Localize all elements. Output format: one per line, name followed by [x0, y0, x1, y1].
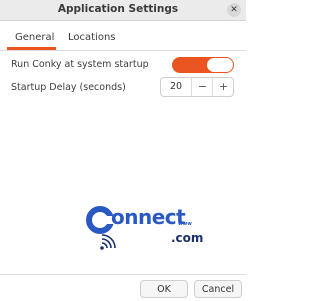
connect-watermark-logo: onnect www .com	[85, 205, 205, 253]
ok-button[interactable]: OK	[140, 280, 188, 298]
tab-bar: General Locations	[0, 28, 246, 51]
startup-delay-value[interactable]: 20	[161, 81, 191, 92]
signal-waves-icon	[100, 234, 116, 250]
toggle-knob	[207, 58, 233, 72]
cancel-button[interactable]: Cancel	[194, 280, 242, 298]
startup-toggle-switch[interactable]	[172, 57, 234, 73]
decrement-button[interactable]: −	[191, 78, 213, 96]
startup-toggle-label: Run Conky at system startup	[11, 59, 149, 70]
title-bar[interactable]: Application Settings ✕	[0, 0, 246, 21]
increment-button[interactable]: +	[212, 78, 234, 96]
logo-www: www	[178, 221, 192, 227]
startup-delay-stepper[interactable]: 20 − +	[160, 77, 234, 97]
tab-selected-indicator	[7, 47, 56, 50]
startup-delay-label: Startup Delay (seconds)	[11, 82, 126, 93]
logo-wordmark: onnect	[111, 205, 186, 229]
tab-locations[interactable]: Locations	[68, 32, 116, 43]
dialog-footer: OK Cancel	[0, 274, 246, 301]
close-icon[interactable]: ✕	[227, 3, 241, 17]
logo-domain: .com	[171, 231, 204, 245]
settings-window: Application Settings ✕ General Locations…	[0, 0, 246, 301]
window-title: Application Settings	[57, 3, 179, 15]
tab-general[interactable]: General	[15, 32, 54, 43]
